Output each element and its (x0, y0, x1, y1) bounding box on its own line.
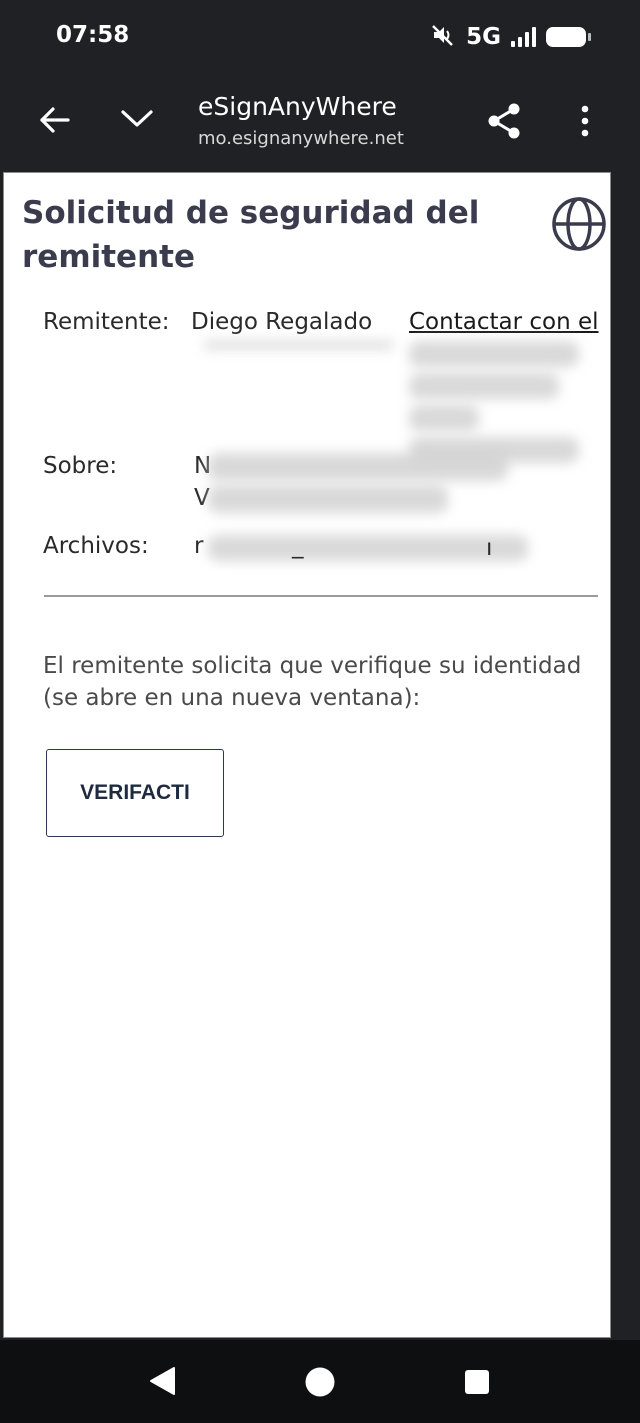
redacted-envelope-line-1 (208, 453, 508, 481)
site-url[interactable]: mo.esignanywhere.net (198, 128, 404, 149)
status-icons: 5G (430, 22, 591, 52)
verification-message: El remitente solicita que verifique su i… (43, 653, 582, 711)
status-time: 07:58 (56, 22, 130, 48)
chevron-down-icon[interactable] (120, 108, 154, 135)
home-circle-icon[interactable] (304, 1366, 336, 1403)
globe-language-icon[interactable] (550, 195, 608, 258)
files-value-separator: _ (292, 533, 304, 559)
sender-label: Remitente: (43, 309, 170, 335)
redacted-envelope-line-2 (208, 485, 448, 513)
signal-icon (511, 27, 536, 47)
redacted-link-line-2 (409, 373, 559, 399)
share-icon[interactable] (486, 102, 522, 145)
more-vert-icon[interactable] (579, 104, 591, 143)
site-title: eSignAnyWhere (198, 92, 397, 121)
verify-identity-button[interactable]: VERIFACTI (46, 749, 224, 837)
files-label: Archivos: (43, 533, 149, 559)
redacted-link-line-1 (409, 341, 579, 367)
back-arrow-icon[interactable] (38, 104, 72, 141)
envelope-label: Sobre: (43, 453, 118, 479)
system-navigation-bar (0, 1340, 640, 1423)
mute-icon (430, 23, 456, 52)
back-triangle-icon[interactable] (148, 1366, 176, 1401)
contact-sender-link[interactable]: Contactar con el (409, 309, 599, 335)
browser-toolbar: eSignAnyWhere mo.esignanywhere.net (0, 72, 640, 168)
status-bar: 07:58 5G (0, 0, 640, 72)
redacted-file-name (208, 535, 528, 561)
redacted-link-line-3 (409, 405, 479, 431)
network-type: 5G (466, 24, 501, 50)
battery-icon (546, 27, 591, 47)
divider (44, 595, 598, 597)
page-title: Solicitud de seguridad del remitente (22, 195, 480, 275)
redacted-sender-email (204, 341, 394, 349)
files-value-middle: ı (486, 535, 493, 561)
web-content: Solicitud de seguridad del remitente Rem… (3, 172, 611, 1338)
recents-square-icon[interactable] (464, 1369, 490, 1400)
sender-name: Diego Regalado (191, 309, 373, 335)
files-value-start: r (194, 533, 204, 559)
